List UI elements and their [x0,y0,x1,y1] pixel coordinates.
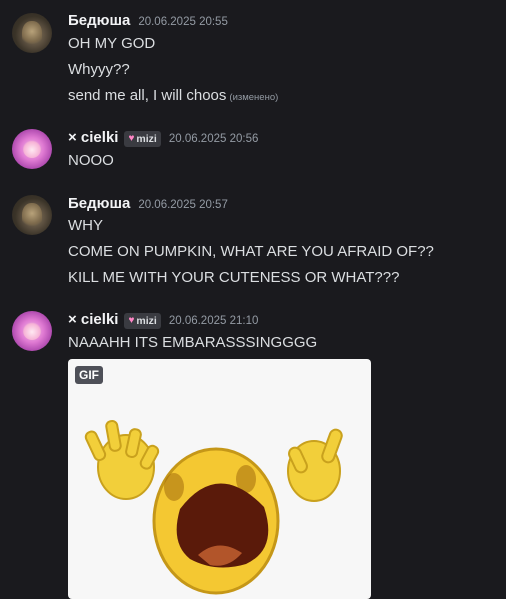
message-text: COME ON PUMPKIN, WHAT ARE YOU AFRAID OF?… [68,243,434,260]
message-text: send me all, I will choos (изменено) [68,87,278,104]
username[interactable]: × cielki [68,311,118,328]
message-text: Whyyy?? [68,61,130,78]
timestamp[interactable]: 20.06.2025 20:57 [138,199,228,211]
heart-icon: ♥ [128,133,135,144]
gif-attachment[interactable]: GIF [68,359,371,599]
guild-tag-label: mizi [136,132,157,145]
message-header: × cielki ♥ mizi 20.06.2025 20:56 [68,129,258,148]
message-text: WHY [68,217,103,234]
right-hand-icon [287,428,343,502]
message-text: NAAAHH ITS EMBARASSSINGGGG [68,334,318,351]
username[interactable]: Бедюша [68,195,130,212]
gif-badge: GIF [75,366,103,384]
timestamp[interactable]: 20.06.2025 20:55 [138,16,228,28]
message-text: NOOO [68,152,114,169]
heart-icon: ♥ [128,315,135,326]
username[interactable]: × cielki [68,129,118,146]
message-text-content: send me all, I will choos [68,87,227,104]
timestamp[interactable]: 20.06.2025 21:10 [169,315,259,327]
guild-tag-label: mizi [136,314,157,327]
timestamp[interactable]: 20.06.2025 20:56 [169,133,259,145]
left-hand-icon [84,419,160,500]
username[interactable]: Бедюша [68,12,130,29]
message-text: KILL ME WITH YOUR CUTENESS OR WHAT??? [68,269,400,286]
message-header: Бедюша 20.06.2025 20:57 [68,195,228,212]
guild-tag[interactable]: ♥ mizi [124,312,161,329]
crying-emoji-gif-icon [84,419,343,595]
guild-tag[interactable]: ♥ mizi [124,130,161,147]
avatar[interactable] [12,13,52,53]
message-header: × cielki ♥ mizi 20.06.2025 21:10 [68,311,258,330]
edited-label: (изменено) [229,92,279,103]
avatar[interactable] [12,195,52,235]
avatar[interactable] [12,129,52,169]
message-text: OH MY GOD [68,35,156,52]
avatar[interactable] [12,311,52,351]
message-header: Бедюша 20.06.2025 20:55 [68,12,228,29]
crying-face-icon [152,447,280,595]
